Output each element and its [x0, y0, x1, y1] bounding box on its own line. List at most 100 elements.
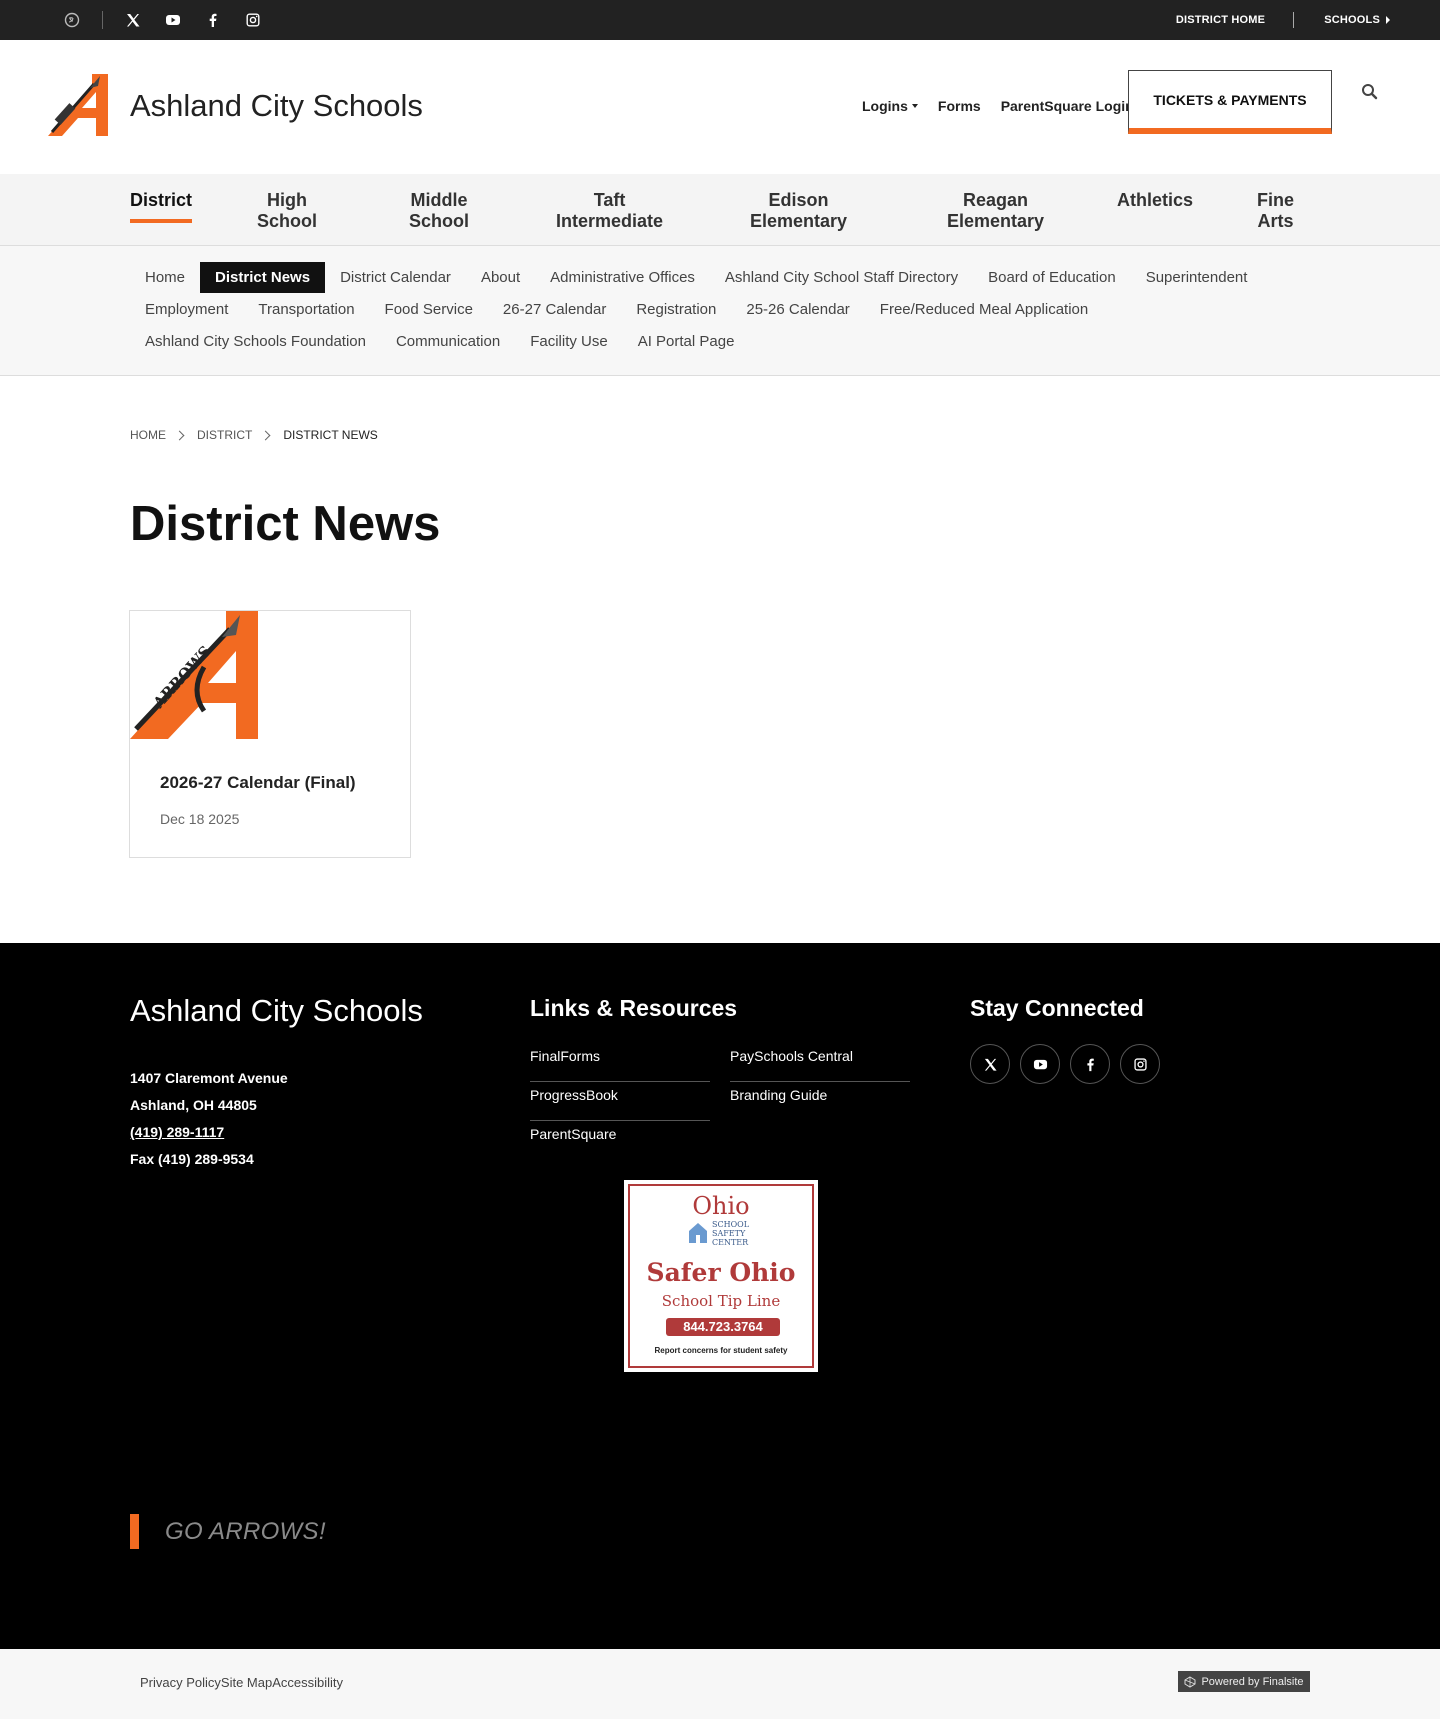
- nav-label: District: [130, 190, 193, 210]
- nav-reagan-elementary[interactable]: Reagan Elementary: [947, 190, 1044, 232]
- footer-link-payschools[interactable]: PaySchools Central: [730, 1043, 910, 1082]
- safety-center-text: SCHOOL SAFETY CENTER: [712, 1220, 749, 1247]
- search-icon[interactable]: [1360, 82, 1380, 102]
- site-header: Ashland City Schools Logins Forms Parent…: [0, 40, 1440, 174]
- nav-athletics[interactable]: Athletics: [1117, 190, 1193, 211]
- chevron-right-icon: [260, 430, 271, 440]
- nav-high-school[interactable]: High School: [257, 190, 317, 232]
- subnav-employment[interactable]: Employment: [130, 294, 243, 325]
- top-social-links: [62, 10, 283, 30]
- subnav-superintendent[interactable]: Superintendent: [1131, 262, 1263, 293]
- translate-icon[interactable]: [62, 10, 82, 30]
- powered-by-finalsite-badge[interactable]: Powered by Finalsite: [1178, 1671, 1310, 1692]
- subnav-food-service[interactable]: Food Service: [370, 294, 488, 325]
- footer-link-branding-guide[interactable]: Branding Guide: [730, 1082, 910, 1121]
- subnav-row: Ashland City Schools Foundation Communic…: [130, 326, 749, 357]
- x-icon[interactable]: [970, 1044, 1010, 1084]
- schoolhouse-icon: [689, 1223, 707, 1243]
- phone-link[interactable]: (419) 289-1117: [130, 1124, 224, 1140]
- breadcrumb-district[interactable]: DISTRICT: [197, 428, 252, 442]
- facebook-icon[interactable]: [1070, 1044, 1110, 1084]
- motto-block: GO ARROWS!: [130, 1514, 326, 1549]
- subnav-row: Home District News District Calendar Abo…: [130, 262, 1262, 293]
- nav-middle-school[interactable]: Middle School: [409, 190, 469, 232]
- subnav-26-27-calendar[interactable]: 26-27 Calendar: [488, 294, 621, 325]
- legal-bar: Privacy Policy Site Map Accessibility Po…: [0, 1649, 1440, 1719]
- top-right-links: DISTRICT HOME SCHOOLS: [1176, 0, 1390, 40]
- subnav-administrative-offices[interactable]: Administrative Offices: [535, 262, 710, 293]
- logins-dropdown[interactable]: Logins: [862, 98, 918, 114]
- site-title[interactable]: Ashland City Schools: [130, 88, 423, 124]
- subnav-25-26-calendar[interactable]: 25-26 Calendar: [731, 294, 864, 325]
- main-navigation: District High School Middle School Taft …: [0, 174, 1440, 246]
- district-home-link[interactable]: DISTRICT HOME: [1176, 12, 1295, 28]
- fax-number: Fax (419) 289-9534: [130, 1151, 254, 1167]
- subnav-district-calendar[interactable]: District Calendar: [325, 262, 466, 293]
- subnav-foundation[interactable]: Ashland City Schools Foundation: [130, 326, 381, 357]
- subnav-row: Employment Transportation Food Service 2…: [130, 294, 1103, 325]
- subnav-district-news[interactable]: District News: [200, 262, 326, 293]
- breadcrumb-home[interactable]: HOME: [130, 428, 166, 442]
- powered-by-text: Powered by Finalsite: [1201, 1675, 1304, 1688]
- nav-label: Elementary: [947, 211, 1045, 231]
- site-map-link[interactable]: Site Map: [221, 1675, 272, 1690]
- subnav-communication[interactable]: Communication: [381, 326, 515, 357]
- nav-edison-elementary[interactable]: Edison Elementary: [750, 190, 847, 232]
- subnav-home[interactable]: Home: [130, 262, 200, 293]
- safer-ohio-tipline-banner[interactable]: Ohio SCHOOL SAFETY CENTER Safer Ohio Sch…: [624, 1180, 818, 1372]
- section-subnav: Home District News District Calendar Abo…: [0, 246, 1440, 376]
- nav-label: Arts: [1257, 211, 1294, 231]
- youtube-icon[interactable]: [163, 10, 183, 30]
- subnav-registration[interactable]: Registration: [621, 294, 731, 325]
- footer-link-parentsquare[interactable]: ParentSquare: [530, 1121, 710, 1160]
- schools-label: SCHOOLS: [1324, 14, 1380, 26]
- news-title[interactable]: 2026-27 Calendar (Final): [160, 773, 356, 793]
- subnav-staff-directory[interactable]: Ashland City School Staff Directory: [710, 262, 973, 293]
- subnav-facility-use[interactable]: Facility Use: [515, 326, 623, 357]
- subnav-transportation[interactable]: Transportation: [243, 294, 369, 325]
- youtube-icon[interactable]: [1020, 1044, 1060, 1084]
- nav-label: High: [267, 190, 307, 210]
- footer-social-links: [970, 1044, 1170, 1084]
- tickets-payments-button[interactable]: TICKETS & PAYMENTS: [1128, 70, 1332, 134]
- center-line: CENTER: [712, 1238, 749, 1247]
- nav-label: Taft: [593, 190, 626, 210]
- instagram-icon[interactable]: [1120, 1044, 1160, 1084]
- x-icon[interactable]: [123, 10, 143, 30]
- center-line: SCHOOL: [712, 1220, 750, 1229]
- facebook-icon[interactable]: [203, 10, 223, 30]
- breadcrumb-current: DISTRICT NEWS: [283, 428, 378, 442]
- subnav-free-reduced-meal[interactable]: Free/Reduced Meal Application: [865, 294, 1103, 325]
- privacy-policy-link[interactable]: Privacy Policy: [140, 1675, 221, 1690]
- links-heading: Links & Resources: [530, 995, 738, 1021]
- subnav-ai-portal[interactable]: AI Portal Page: [623, 326, 750, 357]
- header-links: Logins Forms ParentSquare Login: [862, 98, 1154, 114]
- chevron-right-icon: [174, 430, 185, 440]
- nav-district[interactable]: District: [130, 190, 192, 223]
- site-footer: Ashland City Schools 1407 Claremont Aven…: [0, 943, 1440, 1649]
- nav-fine-arts[interactable]: Fine Arts: [1257, 190, 1294, 232]
- motto-text: GO ARROWS!: [165, 1517, 326, 1545]
- subnav-board-of-education[interactable]: Board of Education: [973, 262, 1131, 293]
- subnav-about[interactable]: About: [466, 262, 535, 293]
- address-line: Ashland, OH 44805: [130, 1097, 257, 1113]
- district-logo[interactable]: [48, 74, 112, 138]
- parentsquare-login-link[interactable]: ParentSquare Login: [1001, 98, 1134, 114]
- news-card[interactable]: ARROWS 2026-27 Calendar (Final) Dec 18 2…: [129, 610, 411, 858]
- footer-link-progressbook[interactable]: ProgressBook: [530, 1082, 710, 1121]
- schools-menu[interactable]: SCHOOLS: [1294, 14, 1390, 26]
- accessibility-link[interactable]: Accessibility: [272, 1675, 343, 1690]
- ohio-wordmark: Ohio: [692, 1192, 750, 1220]
- accent-bar: [130, 1514, 139, 1549]
- caret-down-icon: [911, 104, 918, 108]
- nav-label: Athletics: [1117, 190, 1194, 210]
- nav-taft-intermediate[interactable]: Taft Intermediate: [556, 190, 663, 232]
- footer-address: 1407 Claremont Avenue Ashland, OH 44805 …: [130, 1065, 288, 1173]
- forms-link[interactable]: Forms: [938, 98, 981, 114]
- footer-link-finalforms[interactable]: FinalForms: [530, 1043, 710, 1082]
- divider: [102, 11, 103, 29]
- instagram-icon[interactable]: [243, 10, 263, 30]
- address-line: 1407 Claremont Avenue: [130, 1070, 288, 1086]
- breadcrumb: HOME DISTRICT DISTRICT NEWS: [130, 428, 378, 442]
- page-title: District News: [130, 497, 441, 551]
